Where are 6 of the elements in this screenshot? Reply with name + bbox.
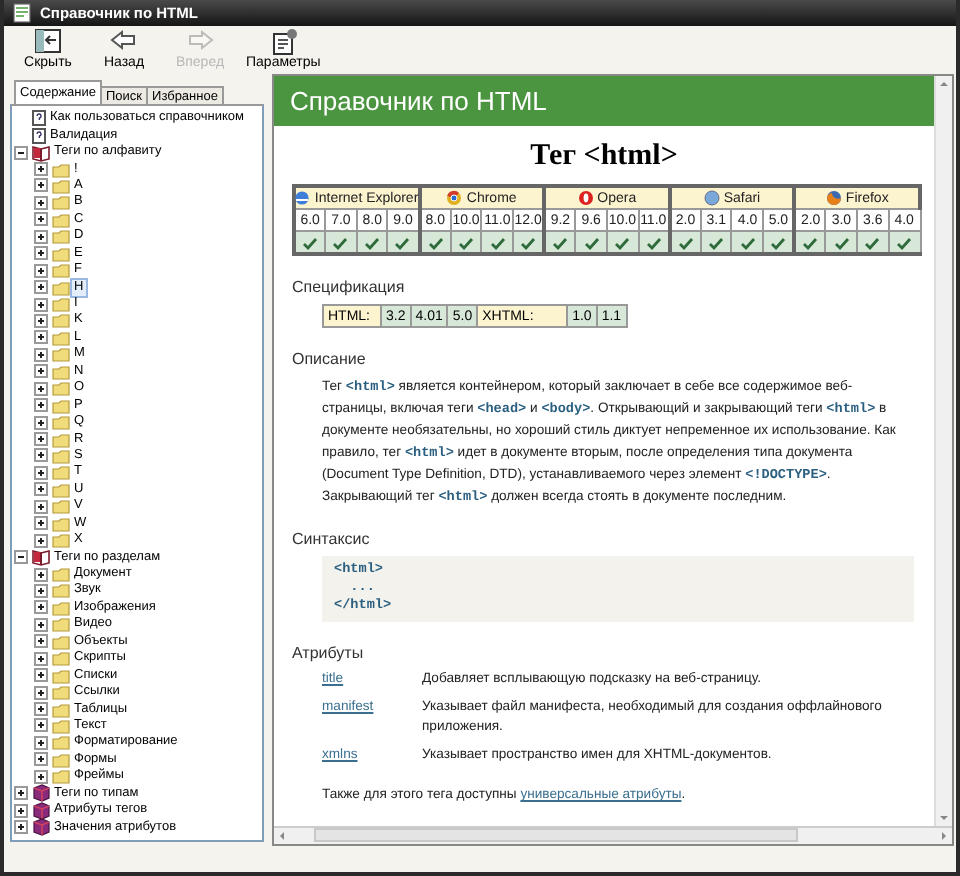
page-header: Справочник по HTML <box>274 76 934 126</box>
section-title: Атрибуты <box>292 644 366 662</box>
section-title: Синтаксис <box>292 530 372 548</box>
page-heading: Тег <html> <box>528 140 680 174</box>
section-title: Описание <box>292 350 368 368</box>
section-title: Спецификация <box>292 278 407 296</box>
